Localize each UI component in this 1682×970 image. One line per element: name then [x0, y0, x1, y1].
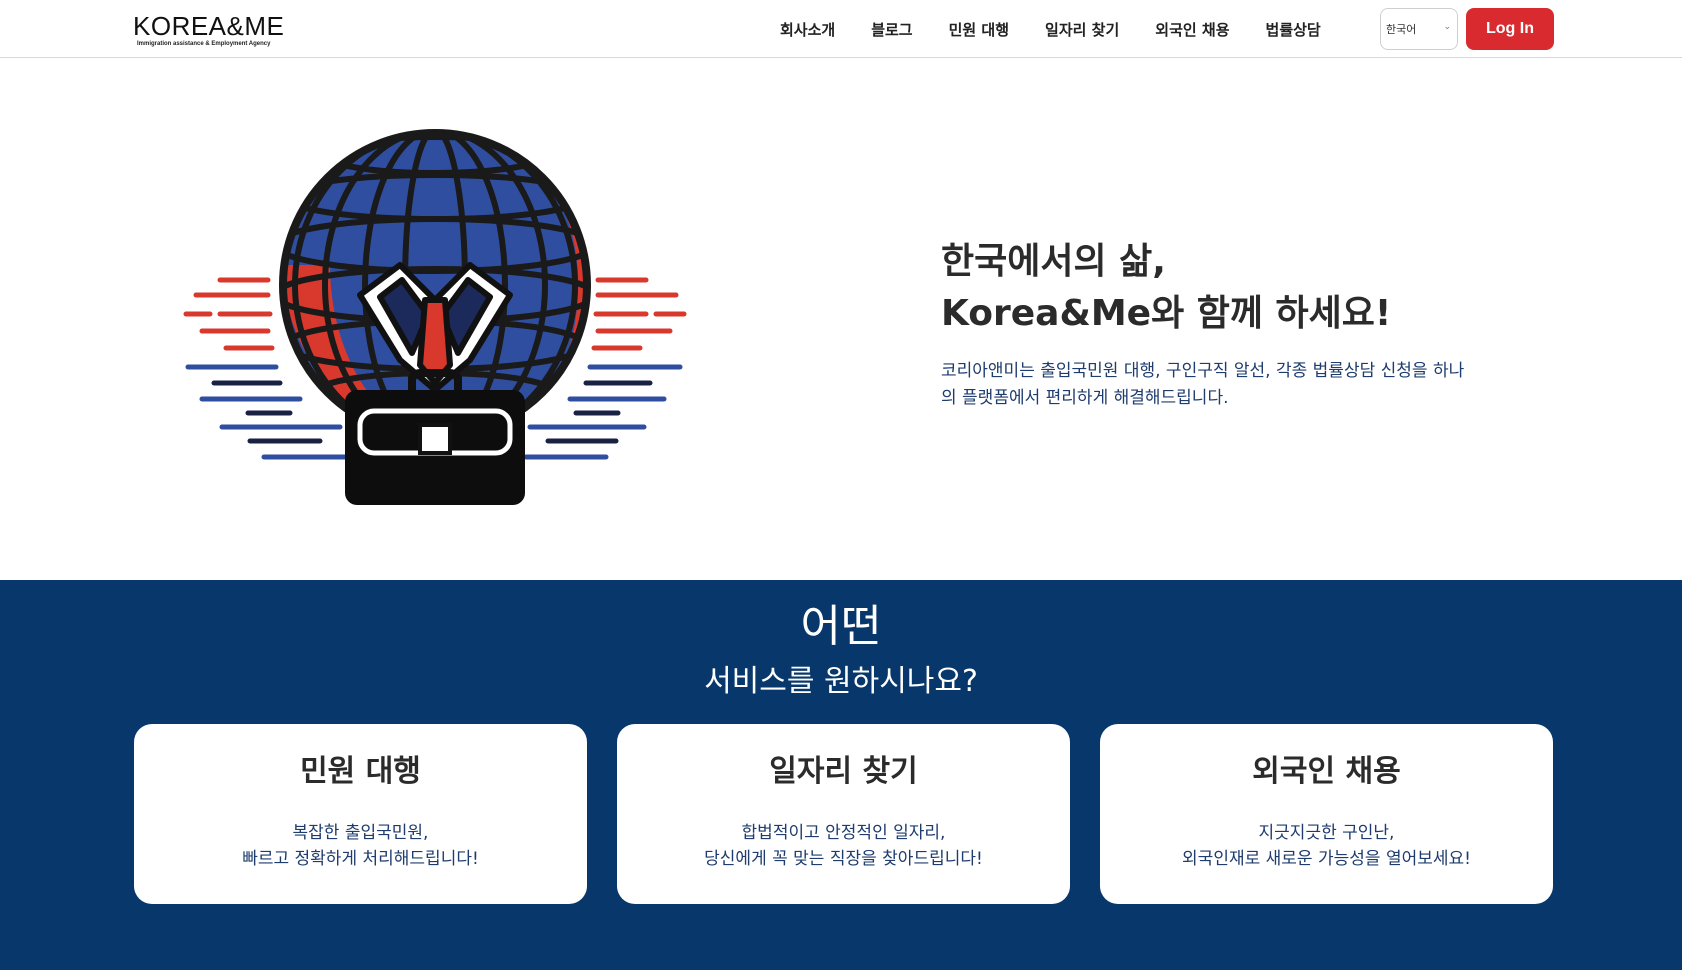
- hero-description: 코리아앤미는 출입국민원 대행, 구인구직 알선, 각종 법률상담 신청을 하나…: [941, 358, 1511, 412]
- language-select[interactable]: 한국어 ⌄: [1380, 8, 1458, 50]
- service-card-hire-foreigners[interactable]: 외국인 채용 지긋지긋한 구인난, 외국인재로 새로운 가능성을 열어보세요!: [1100, 724, 1553, 904]
- service-card-desc-line1: 합법적이고 안정적인 일자리,: [741, 823, 946, 843]
- language-selected-value: 한국어: [1386, 23, 1417, 36]
- main-nav: 회사소개 블로그 민원 대행 일자리 찾기 외국인 채용 법률상담: [780, 0, 1321, 58]
- service-card-desc-line2: 외국인재로 새로운 가능성을 열어보세요!: [1182, 849, 1471, 869]
- services-title: 어떤: [800, 601, 882, 652]
- service-card-title: 민원 대행: [300, 754, 421, 789]
- service-card-find-jobs[interactable]: 일자리 찾기 합법적이고 안정적인 일자리, 당신에게 꼭 맞는 직장을 찾아드…: [617, 724, 1070, 904]
- hero-desc-line1: 코리아앤미는 출입국민원 대행, 구인구직 알선, 각종 법률상담 신청을 하나: [941, 361, 1465, 381]
- nav-item-about[interactable]: 회사소개: [780, 19, 835, 40]
- service-card-civil-petition[interactable]: 민원 대행 복잡한 출입국민원, 빠르고 정확하게 처리해드립니다!: [134, 724, 587, 904]
- service-card-description: 합법적이고 안정적인 일자리, 당신에게 꼭 맞는 직장을 찾아드립니다!: [617, 820, 1070, 872]
- logo-main-text: KOREA&ME: [133, 11, 285, 41]
- service-card-description: 복잡한 출입국민원, 빠르고 정확하게 처리해드립니다!: [134, 820, 587, 872]
- chevron-down-icon: ⌄: [1443, 22, 1451, 32]
- services-section: 어떤 서비스를 원하시나요? 민원 대행 복잡한 출입국민원, 빠르고 정확하게…: [0, 580, 1682, 970]
- hero-desc-line2: 의 플랫폼에서 편리하게 해결해드립니다.: [941, 388, 1229, 408]
- hero-text-block: 한국에서의 삶, Korea&Me와 함께 하세요! 코리아앤미는 출입국민원 …: [941, 236, 1511, 412]
- hero-title-line1: 한국에서의 삶,: [941, 241, 1166, 282]
- site-header: KOREA&ME Immigration assistance & Employ…: [0, 0, 1682, 58]
- login-button[interactable]: Log In: [1466, 8, 1554, 50]
- service-card-title: 외국인 채용: [1252, 754, 1401, 789]
- service-card-description: 지긋지긋한 구인난, 외국인재로 새로운 가능성을 열어보세요!: [1100, 820, 1553, 872]
- hero-title-line2: Korea&Me와 함께 하세요!: [941, 293, 1392, 334]
- globe-briefcase-illustration: [183, 129, 687, 505]
- service-card-desc-line2: 당신에게 꼭 맞는 직장을 찾아드립니다!: [704, 849, 983, 869]
- nav-item-find-jobs[interactable]: 일자리 찾기: [1045, 19, 1119, 40]
- service-card-desc-line1: 복잡한 출입국민원,: [292, 823, 429, 843]
- nav-item-hire-foreigners[interactable]: 외국인 채용: [1155, 19, 1229, 40]
- services-subtitle: 서비스를 원하시나요?: [704, 664, 978, 699]
- service-card-desc-line2: 빠르고 정확하게 처리해드립니다!: [242, 849, 479, 869]
- service-card-title: 일자리 찾기: [769, 754, 918, 789]
- service-card-desc-line1: 지긋지긋한 구인난,: [1258, 823, 1395, 843]
- site-logo[interactable]: KOREA&ME Immigration assistance & Employ…: [133, 12, 284, 48]
- nav-item-blog[interactable]: 블로그: [871, 19, 912, 40]
- hero-title: 한국에서의 삶, Korea&Me와 함께 하세요!: [941, 236, 1511, 340]
- logo-tagline: Immigration assistance & Employment Agen…: [137, 41, 271, 47]
- nav-item-legal-consult[interactable]: 법률상담: [1266, 19, 1321, 40]
- nav-item-civil-petition[interactable]: 민원 대행: [949, 19, 1009, 40]
